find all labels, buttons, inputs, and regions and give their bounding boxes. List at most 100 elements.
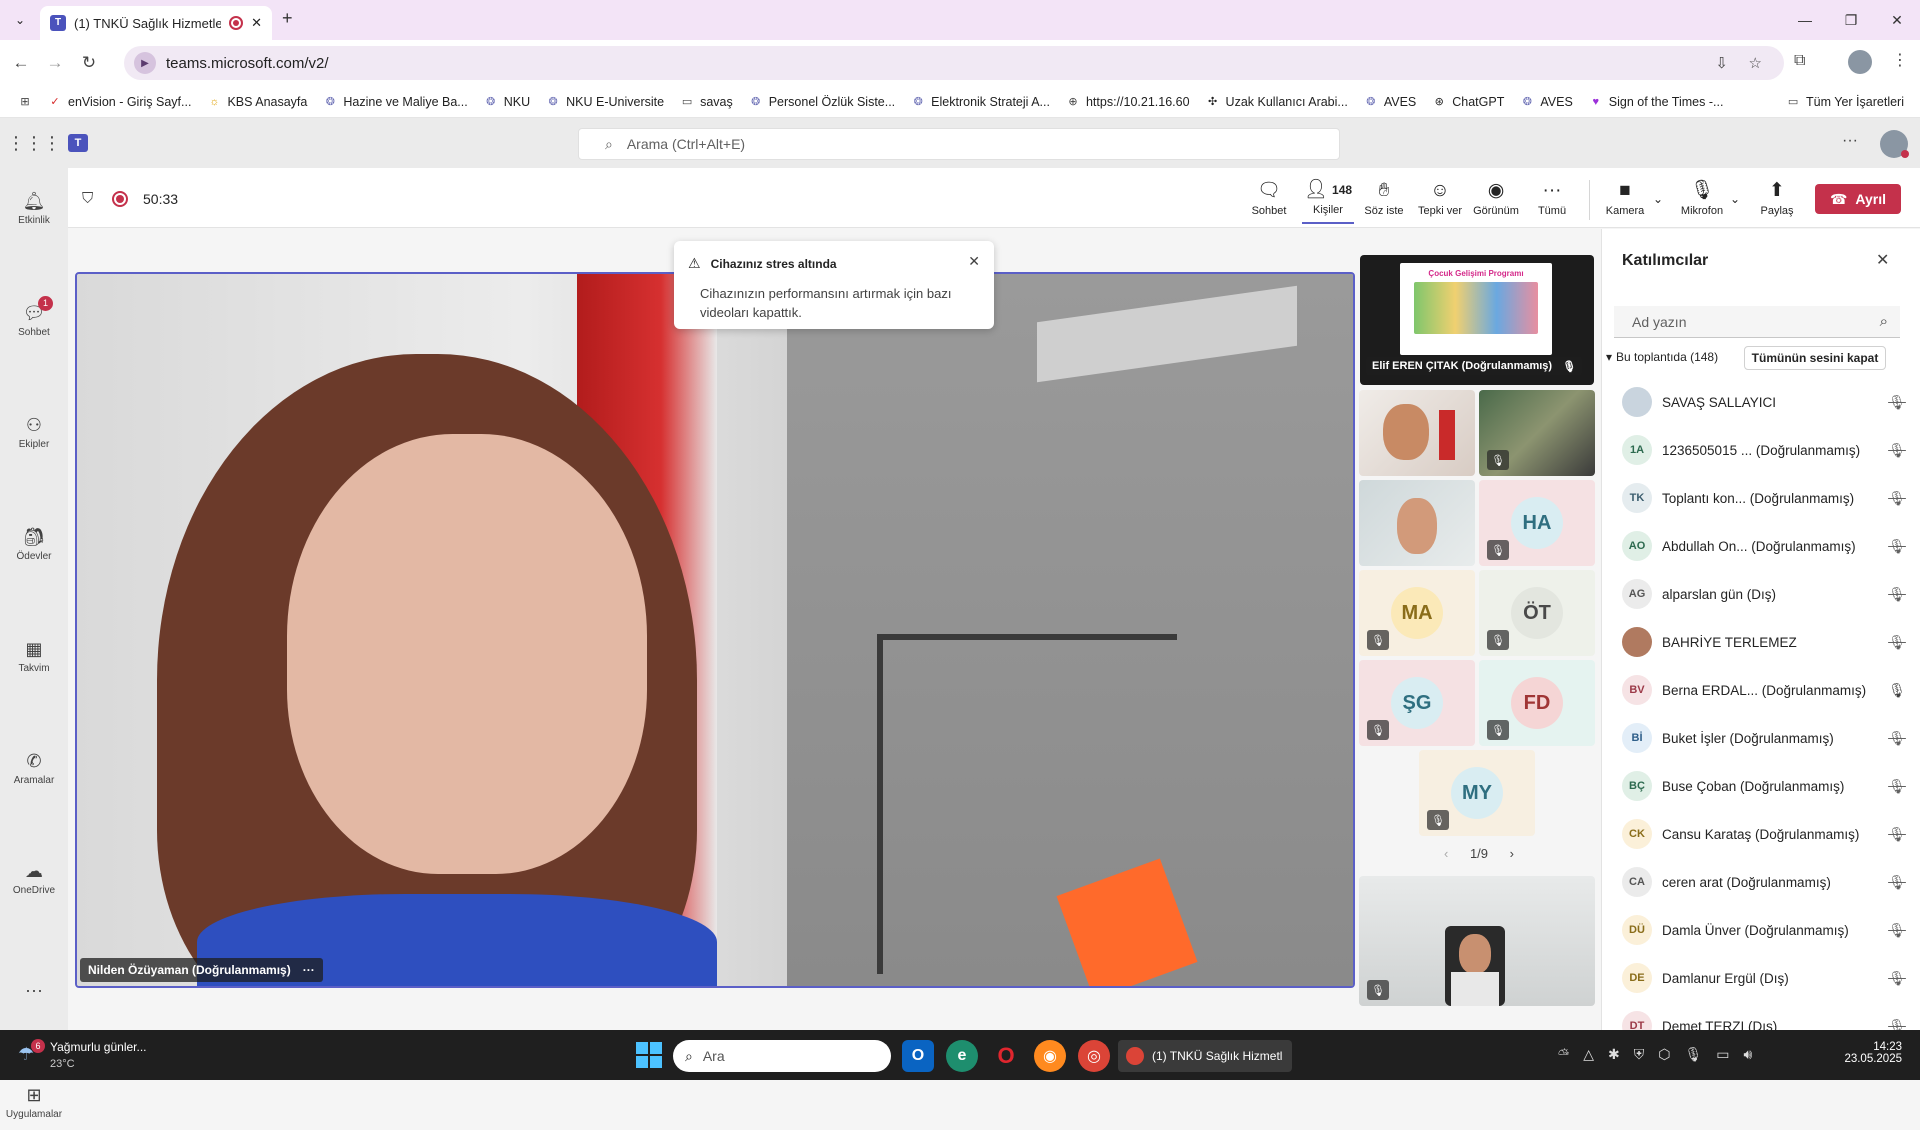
participant-avatar-tile[interactable]: ÖT 🎙︎ [1479,570,1595,656]
mic-off-icon[interactable]: 🎙︎ [1887,394,1907,411]
participant-video-tile[interactable] [1359,480,1475,566]
mic-off-icon[interactable]: 🎙︎ [1887,586,1907,603]
windows-start-icon[interactable] [636,1042,662,1068]
next-page-icon[interactable]: › [1510,846,1514,861]
mic-off-icon[interactable]: 🎙︎ [1887,730,1907,747]
bookmark-item[interactable]: ❂ Personel Özlük Siste... [741,95,903,109]
drive-icon[interactable]: △ [1583,1046,1594,1063]
react-button[interactable]: ☺ Tepki ver [1416,174,1464,224]
edge-icon[interactable]: e [946,1040,978,1072]
back-icon[interactable]: ← [4,46,38,80]
rail-apps[interactable]: ⊞ Uygulamalar [0,1074,68,1130]
self-view-video[interactable]: 🎙︎ [1359,876,1595,1006]
extensions-icon[interactable]: ⧉ [1794,52,1805,70]
profile-avatar[interactable] [1848,50,1872,74]
rail-chat[interactable]: 💬︎ Sohbet 1 [0,292,68,348]
mic-off-icon[interactable]: 🎙︎ [1887,970,1907,987]
participant-row[interactable]: SAVAŞ SALLAYICI 🎙︎ [1622,384,1907,420]
taskbar-search[interactable]: ⌕ Ara [673,1040,891,1072]
view-button[interactable]: ◉ Görünüm [1470,174,1522,224]
participant-avatar-tile[interactable]: FD 🎙︎ [1479,660,1595,746]
participant-row[interactable]: 1A 1236505015 ... (Doğrulanmamış) 🎙︎ [1622,432,1907,468]
defender-icon[interactable]: ⛨ [1634,1046,1645,1063]
mic-off-icon[interactable]: 🎙︎ [1887,922,1907,939]
bookmark-item[interactable]: ☼ KBS Anasayfa [199,95,315,109]
participant-avatar-tile[interactable]: MA 🎙︎ [1359,570,1475,656]
camera-button[interactable]: ■ Kamera [1600,174,1650,224]
microphone-button[interactable]: 🎙︎ Mikrofon [1676,174,1728,224]
participant-row[interactable]: CK Cansu Karataş (Doğrulanmamış) 🎙︎ [1622,816,1907,852]
mic-on-icon[interactable]: 🎙︎ [1887,682,1907,699]
bookmark-item[interactable]: ❂ AVES [1512,95,1580,109]
mic-options-chevron-icon[interactable]: ⌄ [1730,192,1740,206]
settings-more-icon[interactable]: ··· [1842,132,1858,150]
more-options-icon[interactable]: ··· [303,963,315,977]
forward-icon[interactable]: → [38,46,72,80]
mute-all-button[interactable]: Tümünün sesini kapat [1744,346,1886,370]
reload-icon[interactable]: ↻ [72,46,106,80]
participant-row[interactable]: DÜ Damla Ünver (Doğrulanmamış) 🎙︎ [1622,912,1907,948]
participant-row[interactable]: TK Toplantı kon... (Doğrulanmamış) 🎙︎ [1622,480,1907,516]
install-app-icon[interactable]: ⇩ [1715,54,1728,72]
mic-off-icon[interactable]: 🎙︎ [1887,874,1907,891]
app-launcher-icon[interactable]: ⋮⋮⋮ [0,133,68,154]
participant-row[interactable]: BV Berna ERDAL... (Doğrulanmamış) 🎙︎ [1622,672,1907,708]
tab-search-icon[interactable]: ⌄ [8,8,32,32]
bookmark-item[interactable]: ⊛ ChatGPT [1424,95,1512,109]
weather-text[interactable]: Yağmurlu günler... [50,1040,147,1054]
bookmark-item[interactable]: ❂ Hazine ve Maliye Ba... [315,95,475,109]
mic-off-icon[interactable]: 🎙︎ [1887,490,1907,507]
restore-icon[interactable]: ❐ [1828,0,1874,40]
prev-page-icon[interactable]: ‹ [1444,846,1448,861]
bookmark-star-icon[interactable]: ☆ [1749,54,1762,72]
participant-row[interactable]: BAHRİYE TERLEMEZ 🎙︎ [1622,624,1907,660]
screen-share-tile[interactable]: Çocuk Gelişimi Programı Elif EREN ÇITAK … [1360,255,1594,385]
participant-row[interactable]: AG alparslan gün (Dış) 🎙︎ [1622,576,1907,612]
rail-phone[interactable]: ✆ Aramalar [0,740,68,796]
participant-avatar-tile[interactable]: MY 🎙︎ [1419,750,1535,836]
camera-options-chevron-icon[interactable]: ⌄ [1653,192,1663,206]
bookmark-item[interactable]: ✣ Uzak Kullanıcı Arabi... [1198,95,1356,109]
participant-row[interactable]: AO Abdullah On... (Doğrulanmamış) 🎙︎ [1622,528,1907,564]
bookmark-folder[interactable]: ▭ savaş [672,95,741,109]
participant-row[interactable]: BÇ Buse Çoban (Doğrulanmamış) 🎙︎ [1622,768,1907,804]
rail-bell[interactable]: 🔔︎ Etkinlik [0,180,68,236]
chrome-icon[interactable]: ◎ [1078,1040,1110,1072]
participant-avatar-tile[interactable]: HA 🎙︎ [1479,480,1595,566]
minimize-icon[interactable]: — [1782,0,1828,40]
bookmark-item[interactable]: ⊕ https://10.21.16.60 [1058,95,1198,109]
bookmark-item[interactable]: ❂ NKU [476,95,538,109]
site-info-icon[interactable]: ▶ [134,52,156,74]
taskbar-active-chrome[interactable]: (1) TNKÜ Sağlık Hizmetl [1118,1040,1292,1072]
mic-off-icon[interactable]: 🎙︎ [1887,826,1907,843]
close-window-icon[interactable]: ✕ [1874,0,1920,40]
rail-teams[interactable]: ⚇ Ekipler [0,404,68,460]
clock[interactable]: 14:23 23.05.2025 [1838,1041,1902,1065]
monitor-icon[interactable]: ▭ [1716,1046,1729,1063]
search-input[interactable]: ⌕ Arama (Ctrl+Alt+E) [578,128,1340,160]
participant-video-tile[interactable] [1359,390,1475,476]
new-tab-icon[interactable]: + [282,8,293,29]
all-bookmarks-folder[interactable]: ▭ Tüm Yer İşaretleri [1778,95,1920,109]
chat-button[interactable]: 🗨︎ Sohbet [1248,174,1290,224]
browser-tab-active[interactable]: T (1) TNKÜ Sağlık Hizmetleri ✕ [40,6,272,40]
mic-off-icon[interactable]: 🎙︎ [1887,634,1907,651]
bookmark-item[interactable]: ❂ Elektronik Strateji A... [903,95,1058,109]
raise-hand-button[interactable]: ✋︎ Söz iste [1362,174,1406,224]
address-bar[interactable]: ▶ teams.microsoft.com/v2/ ⇩ ☆ [124,46,1784,80]
participant-row[interactable]: Bİ Buket İşler (Doğrulanmamış) 🎙︎ [1622,720,1907,756]
mic-off-icon[interactable]: 🎙︎ [1887,442,1907,459]
close-panel-icon[interactable]: ✕ [1876,250,1889,270]
apps-grid-icon[interactable]: ⊞ [0,95,40,109]
chrome-menu-icon[interactable]: ⋮ [1892,50,1908,70]
bookmark-item[interactable]: ❂ AVES [1356,95,1424,109]
bookmark-item[interactable]: ♥ Sign of the Times -... [1581,95,1732,109]
participant-row[interactable]: DE Damlanur Ergül (Dış) 🎙︎ [1622,960,1907,996]
more-actions-button[interactable]: ··· Tümü [1530,174,1574,224]
participant-search-input[interactable]: Ad yazın ⌕ [1614,306,1900,338]
people-button[interactable]: 👤︎ 148 Kişiler [1302,174,1354,224]
tray-app-icon[interactable]: ⛅︎ [1558,1046,1569,1063]
mic-off-icon[interactable]: 🎙︎ [1887,538,1907,555]
bluetooth-icon[interactable]: ✱ [1608,1046,1620,1063]
bookmark-item[interactable]: ✓ enVision - Giriş Sayf... [40,95,199,109]
